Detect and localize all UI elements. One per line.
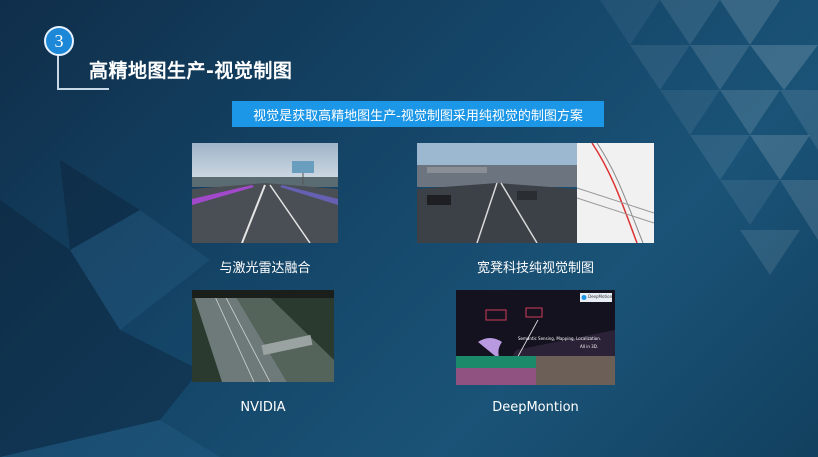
subtitle-banner: 视觉是获取高精地图生产-视觉制图采用纯视觉的制图方案 (232, 101, 604, 127)
nvidia-image (192, 290, 334, 382)
deepmotion-brand: DeepMotion (588, 294, 613, 299)
deepmotion-image: DeepMotion Semantic Sensing, Mapping, Lo… (456, 290, 615, 385)
lidar-fusion-image (192, 143, 338, 243)
kuandeng-vision-mapping-image (417, 143, 654, 243)
caption-lidar-fusion: 与激光雷达融合 (219, 261, 311, 276)
slide-number-badge: 3 (44, 26, 74, 56)
caption-deepmontion: DeepMontion (492, 400, 579, 415)
deepmotion-tagline: Semantic Sensing, Mapping, Localization. (518, 336, 602, 341)
deepmotion-tagline-sub: All in 3D. (580, 344, 599, 349)
caption-kuandeng: 宽凳科技纯视觉制图 (476, 261, 594, 276)
page-title: 高精地图生产-视觉制图 (89, 60, 293, 82)
caption-nvidia: NVIDIA (240, 400, 286, 415)
